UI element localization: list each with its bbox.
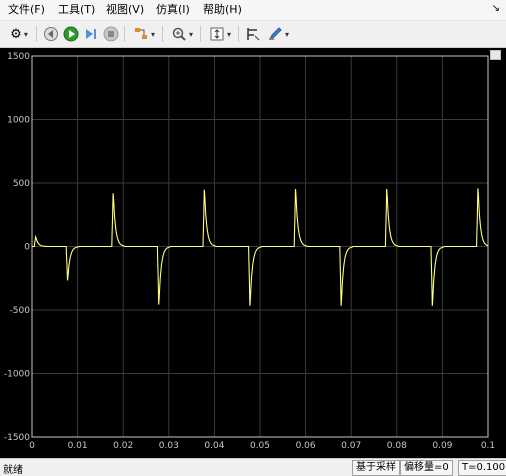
y-tick-label: -500 <box>10 306 31 316</box>
signal-select-icon <box>134 28 147 39</box>
autoscale-button[interactable]: ▾ <box>206 25 234 43</box>
menu-file[interactable]: 文件(F) <box>8 3 45 17</box>
chevron-down-icon: ▾ <box>188 29 193 39</box>
y-tick-label: 500 <box>13 179 30 189</box>
status-time: T=0.100 <box>458 460 506 476</box>
rewind-icon <box>44 27 58 41</box>
x-tick-label: 0.08 <box>387 441 407 451</box>
settings-button[interactable]: ⚙ ▾ <box>6 25 32 43</box>
menu-help[interactable]: 帮助(H) <box>203 3 242 17</box>
toolbar: ⚙ ▾ ▾ ▾ ▾ ▾ <box>0 21 506 48</box>
status-ready: 就绪 <box>3 465 23 476</box>
style-icon <box>268 27 282 41</box>
x-tick-label: 0.01 <box>68 441 88 451</box>
stop-button[interactable] <box>102 25 120 43</box>
chevron-down-icon: ▾ <box>226 29 231 39</box>
scope-plot-area[interactable]: 0 0.01 0.02 0.03 0.04 0.05 0.06 0.07 0.08 0.09 0.1… <box>0 48 506 458</box>
run-icon <box>63 26 79 42</box>
chevron-down-icon: ▾ <box>23 29 28 39</box>
menu-tools[interactable]: 工具(T) <box>58 3 95 17</box>
status-sample-mode: 基于采样 <box>352 460 400 476</box>
x-tick-label: 0.02 <box>113 441 133 451</box>
zoom-in-icon <box>172 27 186 41</box>
step-forward-button[interactable] <box>82 25 100 43</box>
gear-icon: ⚙ <box>10 26 22 42</box>
status-bar: 就绪 基于采样 偏移量=0 T=0.100 <box>0 458 506 476</box>
cursor-measure-icon <box>247 28 260 41</box>
stop-icon <box>103 26 119 42</box>
y-tick-label: 1500 <box>7 52 30 62</box>
autoscale-icon <box>210 27 224 41</box>
zoom-button[interactable]: ▾ <box>168 25 196 43</box>
step-back-button[interactable] <box>42 25 60 43</box>
signal-select-button[interactable]: ▾ <box>130 25 158 43</box>
x-tick-label: 0.04 <box>204 441 224 451</box>
x-tick-label: 0.1 <box>481 441 495 451</box>
style-button[interactable]: ▾ <box>264 25 292 43</box>
menu-simulation[interactable]: 仿真(I) <box>156 3 190 17</box>
x-tick-label: 0 <box>29 441 35 451</box>
y-tick-label: 0 <box>24 243 30 253</box>
y-tick-label: 1000 <box>7 116 30 126</box>
x-tick-label: 0.06 <box>296 441 316 451</box>
x-tick-label: 0.09 <box>432 441 452 451</box>
step-forward-icon <box>86 29 96 39</box>
chevron-down-icon: ▾ <box>284 29 289 39</box>
cursor-measure-button[interactable] <box>244 25 262 43</box>
menu-view[interactable]: 视图(V) <box>106 3 144 17</box>
restore-icon[interactable] <box>490 50 501 60</box>
x-tick-label: 0.03 <box>159 441 179 451</box>
chevron-down-icon: ▾ <box>150 29 155 39</box>
run-button[interactable] <box>62 25 80 43</box>
menu-bar: 文件(F) 工具(T) 视图(V) 仿真(I) 帮助(H) ↘ <box>0 0 506 21</box>
status-offset: 偏移量=0 <box>400 460 453 476</box>
x-tick-label: 0.05 <box>250 441 270 451</box>
collapse-arrow-icon[interactable]: ↘ <box>492 3 500 14</box>
scope-chart: 0 0.01 0.02 0.03 0.04 0.05 0.06 0.07 0.08 0.09 0.1… <box>4 52 495 451</box>
y-tick-label: -1000 <box>4 370 30 380</box>
x-tick-label: 0.07 <box>341 441 361 451</box>
y-tick-label: -1500 <box>4 433 30 443</box>
